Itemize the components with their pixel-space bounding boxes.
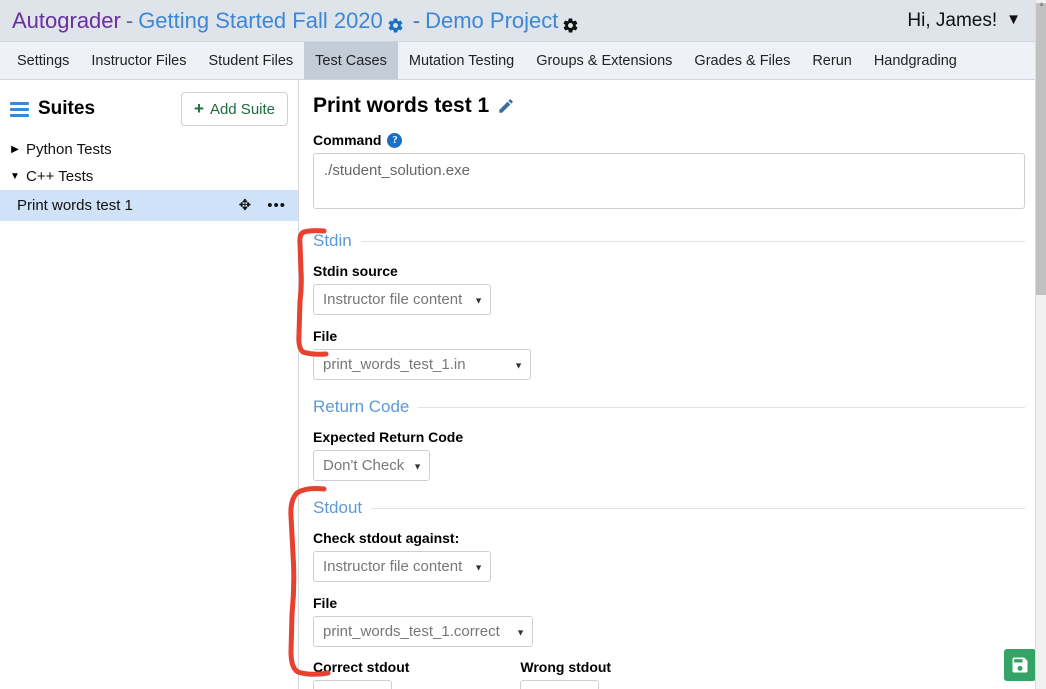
wrong-stdout-points-input[interactable] <box>520 680 600 689</box>
suites-header: Suites + Add Suite <box>0 86 298 136</box>
return-code-section-legend: Return Code <box>313 397 1025 417</box>
stdin-source-select-wrap: Instructor file content ▼ <box>313 284 491 315</box>
tab-test-cases[interactable]: Test Cases <box>304 42 398 79</box>
stdout-file-label: File <box>313 595 338 611</box>
add-suite-button[interactable]: + Add Suite <box>181 92 288 126</box>
scrollbar-thumb[interactable] <box>1036 3 1046 295</box>
divider <box>360 240 1025 242</box>
add-suite-label: Add Suite <box>209 100 275 118</box>
check-stdout-against-select[interactable]: Instructor file content <box>313 551 491 582</box>
expected-return-code-select[interactable]: Don't Check <box>313 450 430 481</box>
sidebar-item-python-tests[interactable]: ▶ Python Tests <box>0 136 298 163</box>
wrong-stdout-label: Wrong stdout <box>520 659 612 675</box>
correct-stdout-label: Correct stdout <box>313 659 410 675</box>
stdout-file-select-wrap: print_words_test_1.correct ▼ <box>313 616 533 647</box>
tab-grades-files[interactable]: Grades & Files <box>683 42 801 79</box>
pencil-icon[interactable] <box>497 97 515 115</box>
expected-return-code-select-wrap: Don't Check ▼ <box>313 450 430 481</box>
command-label-row: Command ? <box>313 132 1013 148</box>
help-icon[interactable]: ? <box>387 132 403 148</box>
check-stdout-against-label: Check stdout against: <box>313 530 460 546</box>
test-case-label: Print words test 1 <box>17 197 133 214</box>
return-code-legend-label: Return Code <box>313 397 410 416</box>
divider <box>418 406 1025 408</box>
hamburger-icon[interactable] <box>10 99 29 120</box>
correct-stdout-group: Correct stdout points <box>313 659 439 689</box>
course-gear-icon[interactable] <box>387 14 404 33</box>
suite-label: Python Tests <box>26 141 112 158</box>
move-handle-icon[interactable]: ✥ <box>239 198 252 213</box>
list-item[interactable]: Print words test 1 ✥ ••• <box>0 190 298 221</box>
project-link[interactable]: Demo Project <box>425 8 558 34</box>
command-label: Command <box>313 132 382 148</box>
project-gear-icon[interactable] <box>562 14 579 33</box>
stdin-section-legend: Stdin <box>313 231 1025 251</box>
stdout-section-legend: Stdout <box>313 498 1025 518</box>
suites-title: Suites <box>38 98 96 119</box>
plus-icon: + <box>194 99 204 118</box>
correct-stdout-points-input[interactable] <box>313 680 392 689</box>
command-input[interactable]: ./student_solution.exe <box>313 153 1025 209</box>
tab-student-files[interactable]: Student Files <box>198 42 305 79</box>
ellipsis-icon[interactable]: ••• <box>267 198 286 213</box>
breadcrumb: Autograder - Getting Started Fall 2020 -… <box>12 8 583 34</box>
tab-mutation-testing[interactable]: Mutation Testing <box>398 42 525 79</box>
top-header-bar: Autograder - Getting Started Fall 2020 -… <box>0 0 1035 42</box>
chevron-right-icon: ▶ <box>11 144 19 155</box>
stdin-source-select[interactable]: Instructor file content <box>313 284 491 315</box>
user-menu[interactable]: Hi, James! ▼ <box>907 10 1021 32</box>
nav-tab-bar: Settings Instructor Files Student Files … <box>0 42 1035 80</box>
stdin-source-label: Stdin source <box>313 263 398 279</box>
chevron-down-icon: ▼ <box>10 171 20 182</box>
tab-rerun[interactable]: Rerun <box>801 42 863 79</box>
tab-instructor-files[interactable]: Instructor Files <box>80 42 197 79</box>
test-case-detail-pane: Print words test 1 Command ? ./student_s… <box>299 80 1035 689</box>
stdout-file-select[interactable]: print_words_test_1.correct <box>313 616 533 647</box>
app-root: Autograder - Getting Started Fall 2020 -… <box>0 0 1046 689</box>
scroll-up-arrow-icon[interactable]: ▲ <box>1038 1 1045 8</box>
save-floppy-icon <box>1012 657 1028 673</box>
course-link[interactable]: Getting Started Fall 2020 <box>138 8 383 34</box>
stdin-file-select-wrap: print_words_test_1.in ▼ <box>313 349 531 380</box>
breadcrumb-separator-2: - <box>412 7 421 33</box>
stdin-legend-label: Stdin <box>313 231 352 250</box>
suites-sidebar: Suites + Add Suite ▶ Python Tests ▼ C++ … <box>0 80 299 689</box>
page-title: Print words test 1 <box>313 94 490 117</box>
save-button[interactable] <box>1004 649 1036 681</box>
stdout-points-row: Correct stdout points Wrong stdout point… <box>313 659 1013 689</box>
expected-return-code-label: Expected Return Code <box>313 429 464 445</box>
divider <box>371 507 1025 509</box>
body-split: Suites + Add Suite ▶ Python Tests ▼ C++ … <box>0 80 1035 689</box>
page-title-row: Print words test 1 <box>313 94 1013 118</box>
wrong-stdout-group: Wrong stdout points <box>520 659 647 689</box>
brand-autograder-link[interactable]: Autograder <box>12 8 121 34</box>
suite-label: C++ Tests <box>26 168 94 185</box>
chevron-down-icon: ▼ <box>1006 11 1021 28</box>
user-greeting-label: Hi, James! <box>907 9 998 31</box>
tab-handgrading[interactable]: Handgrading <box>863 42 968 79</box>
sidebar-item-cpp-tests[interactable]: ▼ C++ Tests <box>0 163 298 190</box>
page-scrollbar[interactable] <box>1035 0 1046 689</box>
check-stdout-against-select-wrap: Instructor file content ▼ <box>313 551 491 582</box>
stdin-file-label: File <box>313 328 338 344</box>
tab-settings[interactable]: Settings <box>6 42 80 79</box>
breadcrumb-separator-1: - <box>125 7 134 33</box>
stdin-file-select[interactable]: print_words_test_1.in <box>313 349 531 380</box>
stdout-legend-label: Stdout <box>313 498 363 517</box>
tab-groups-extensions[interactable]: Groups & Extensions <box>525 42 683 79</box>
